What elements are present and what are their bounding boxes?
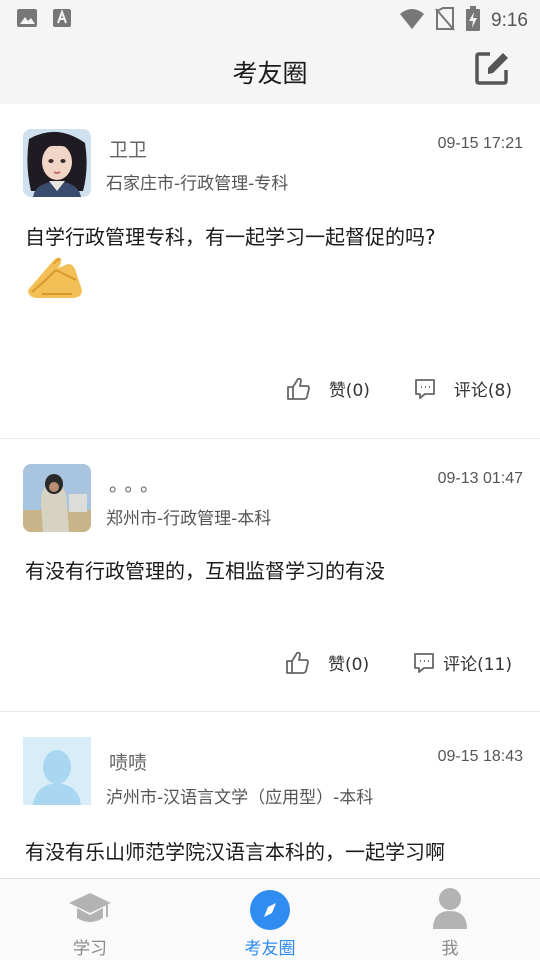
praying-hands-emoji xyxy=(24,250,86,302)
post-card[interactable]: 。。。 09-13 01:47 郑州市-行政管理-本科 有没有行政管理的，互相监… xyxy=(0,439,540,712)
tab-study[interactable]: 学习 xyxy=(0,879,180,960)
status-time: 9:16 xyxy=(491,10,528,31)
app-header: 考友圈 xyxy=(0,36,540,104)
wifi-icon xyxy=(399,8,425,34)
comment-button[interactable]: 评论(11) xyxy=(413,650,512,675)
comment-button[interactable]: 评论(8) xyxy=(414,376,512,401)
comment-count: 评论(8) xyxy=(453,381,512,401)
tab-friends-circle[interactable]: 考友圈 xyxy=(180,879,360,960)
tab-me[interactable]: 我 xyxy=(360,879,540,960)
compose-button[interactable] xyxy=(474,50,510,86)
post-time: 09-15 17:21 xyxy=(437,135,523,152)
graduation-cap-icon xyxy=(67,891,113,931)
thumbs-up-icon xyxy=(286,377,311,401)
comment-icon xyxy=(413,652,435,674)
compass-icon xyxy=(249,889,291,935)
thumbs-up-icon xyxy=(285,651,310,675)
edit-icon xyxy=(474,52,510,90)
avatar[interactable] xyxy=(23,737,91,805)
tab-friends-circle-label: 考友圈 xyxy=(244,939,296,959)
post-content[interactable]: 自学行政管理专科，有一起学习一起督促的吗? xyxy=(25,222,520,252)
like-button[interactable]: 赞(0) xyxy=(285,650,369,675)
post-meta: 郑州市-行政管理-本科 xyxy=(106,509,272,529)
battery-charging-icon xyxy=(465,6,481,36)
post-username[interactable]: 啧啧 xyxy=(109,748,147,775)
avatar[interactable] xyxy=(23,129,91,197)
comment-count: 评论(11) xyxy=(443,655,512,675)
font-icon xyxy=(52,8,72,32)
post-card[interactable]: 卫卫 09-15 17:21 石家庄市-行政管理-专科 自学行政管理专科，有一起… xyxy=(0,104,540,439)
post-meta: 泸州市-汉语言文学（应用型）-本科 xyxy=(106,788,374,808)
post-username[interactable]: 。。。 xyxy=(109,470,165,497)
tab-me-label: 我 xyxy=(441,939,459,959)
post-time: 09-13 01:47 xyxy=(437,470,523,487)
post-content[interactable]: 有没有乐山师范学院汉语言本科的，一起学习啊 xyxy=(25,837,520,867)
like-count: 赞(0) xyxy=(328,655,370,675)
comment-icon xyxy=(414,378,436,400)
page-title: 考友圈 xyxy=(232,59,308,88)
avatar[interactable] xyxy=(23,464,91,532)
like-count: 赞(0) xyxy=(328,381,370,401)
post-actions: 赞(0) 评论(8) xyxy=(286,376,512,401)
post-actions: 赞(0) 评论(11) xyxy=(285,650,512,675)
post-card[interactable]: 啧啧 09-15 18:43 泸州市-汉语言文学（应用型）-本科 有没有乐山师范… xyxy=(0,712,540,878)
user-icon xyxy=(431,887,469,933)
tab-study-label: 学习 xyxy=(73,939,107,959)
no-sim-icon xyxy=(435,7,455,35)
bottom-navigation: 学习 考友圈 我 xyxy=(0,878,540,960)
post-feed[interactable]: 卫卫 09-15 17:21 石家庄市-行政管理-专科 自学行政管理专科，有一起… xyxy=(0,104,540,878)
post-meta: 石家庄市-行政管理-专科 xyxy=(106,174,289,194)
post-username[interactable]: 卫卫 xyxy=(109,135,147,162)
status-bar: 9:16 xyxy=(0,0,540,36)
post-time: 09-15 18:43 xyxy=(437,748,523,765)
image-icon xyxy=(16,8,38,32)
like-button[interactable]: 赞(0) xyxy=(286,376,370,401)
post-content[interactable]: 有没有行政管理的，互相监督学习的有没 xyxy=(25,556,520,586)
